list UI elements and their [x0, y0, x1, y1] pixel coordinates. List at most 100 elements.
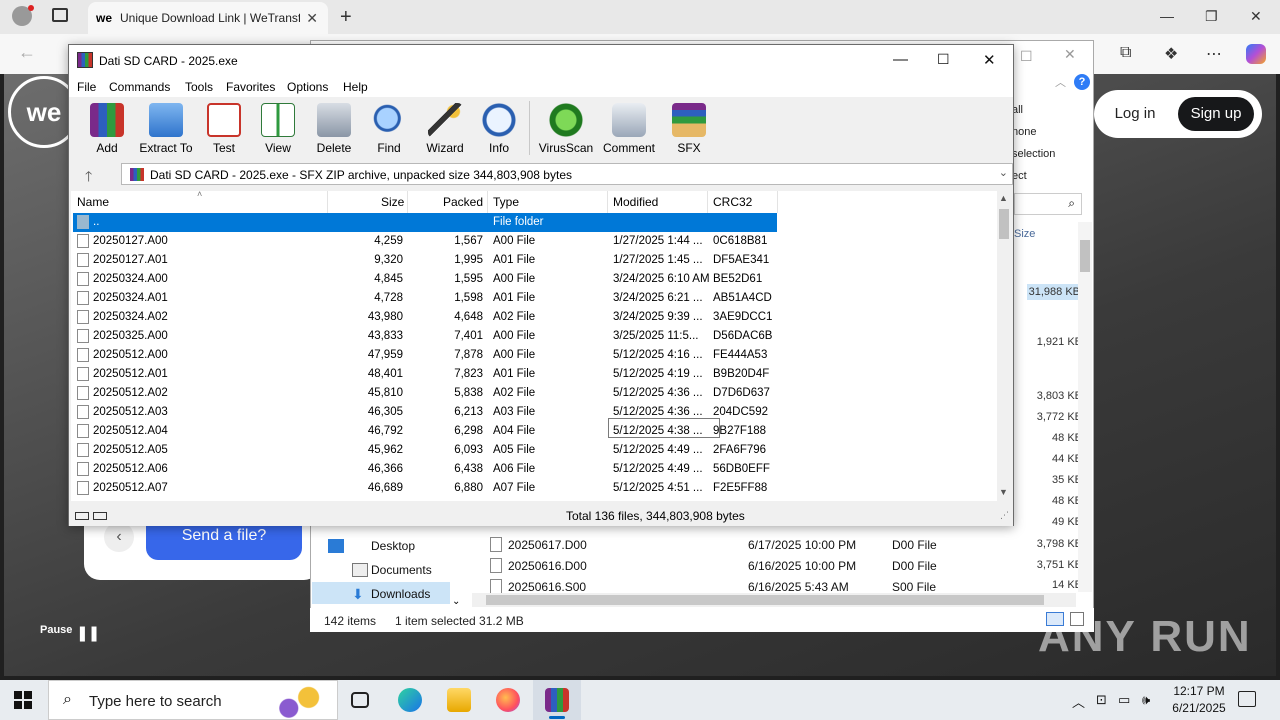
sfx-button[interactable]: SFX — [659, 103, 719, 157]
column-name[interactable]: Name — [77, 195, 109, 209]
archive-file-row[interactable]: 20250324.A00 4,845 1,595 A00 File 3/24/2025 … — [71, 270, 995, 289]
archive-file-row[interactable]: 20250324.A02 43,980 4,648 A02 File 3/24/2025… — [71, 308, 995, 327]
help-icon[interactable]: ? — [1074, 74, 1090, 90]
delete-button[interactable]: Delete — [304, 103, 364, 157]
show-hidden-icons-chevron-icon[interactable]: ︿ — [1072, 692, 1085, 711]
column-packed[interactable]: Packed — [443, 195, 483, 209]
browser-tab[interactable]: we Unique Download Link | WeTransf ✕ — [88, 2, 328, 34]
windows-start-icon[interactable] — [14, 691, 32, 709]
column-crc32[interactable]: CRC32 — [713, 195, 752, 209]
back-arrow-icon[interactable]: ← — [18, 42, 36, 63]
back-circle-button[interactable]: ‹ — [104, 522, 134, 552]
winrar-maximize-button[interactable]: ☐ — [937, 51, 950, 68]
invert-selection-item[interactable]: selection — [1012, 148, 1055, 160]
archive-file-row[interactable]: 20250127.A01 9,320 1,995 A01 File 1/27/2025 … — [71, 251, 995, 270]
close-tab-icon[interactable]: ✕ — [306, 10, 318, 27]
menu-commands[interactable]: Commands — [109, 80, 170, 94]
minimize-browser-button[interactable]: — — [1160, 8, 1174, 24]
archive-file-row[interactable]: 20250127.A00 4,259 1,567 A00 File 1/27/2025 … — [71, 232, 995, 251]
explorer-close-icon[interactable]: ✕ — [1064, 46, 1076, 63]
column-type[interactable]: Type — [493, 195, 519, 209]
winrar-close-button[interactable]: ✕ — [983, 51, 996, 69]
find-button[interactable]: Find — [359, 103, 419, 157]
archive-file-row[interactable]: 20250512.A02 45,810 5,838 A02 File 5/12/2025… — [71, 384, 995, 403]
archive-file-row[interactable]: 20250512.A03 46,305 6,213 A03 File 5/12/2025… — [71, 403, 995, 422]
archive-file-row[interactable]: 20250325.A00 43,833 7,401 A00 File 3/25/2025… — [71, 327, 995, 346]
scroll-down-icon[interactable]: ▼ — [999, 487, 1008, 497]
nav-desktop[interactable]: Desktop — [371, 539, 415, 553]
explorer-vertical-scrollbar[interactable] — [1078, 222, 1092, 592]
archive-file-row[interactable]: 20250512.A05 45,962 6,093 A05 File 5/12/2025… — [71, 441, 995, 460]
file-name[interactable]: 20250616.D00 — [508, 559, 587, 573]
winrar-minimize-button[interactable]: — — [893, 51, 908, 68]
nav-documents[interactable]: Documents — [371, 563, 432, 577]
archive-file-row[interactable]: 20250512.A00 47,959 7,878 A00 File 5/12/2025… — [71, 346, 995, 365]
tab-actions-icon[interactable] — [52, 8, 68, 22]
column-separator[interactable] — [327, 191, 328, 213]
test-button[interactable]: Test — [194, 103, 254, 157]
winrar-taskbar-button[interactable] — [533, 680, 581, 720]
menu-file[interactable]: File — [77, 80, 96, 94]
explorer-maximize-icon[interactable]: ☐ — [1020, 48, 1033, 65]
select-item[interactable]: ect — [1012, 170, 1027, 182]
pause-label[interactable]: Pause — [40, 624, 72, 636]
extensions-icon[interactable]: ❖ — [1164, 44, 1178, 64]
explorer-taskbar-button[interactable] — [435, 680, 483, 720]
info-button[interactable]: Info — [469, 103, 529, 157]
column-separator[interactable] — [777, 191, 778, 213]
volume-icon[interactable]: 🕪 — [1142, 692, 1150, 708]
archive-file-row[interactable]: 20250512.A04 46,792 6,298 A04 File 5/12/2025… — [71, 422, 995, 441]
ribbon-collapse-icon[interactable]: ︿ — [1055, 74, 1066, 90]
parent-folder-row[interactable]: .. File folder — [71, 213, 995, 232]
nav-downloads[interactable]: Downloads — [371, 587, 430, 601]
virusscan-button[interactable]: VirusScan — [535, 103, 597, 157]
taskbar-clock[interactable]: 12:17 PM 6/21/2025 — [1162, 683, 1236, 717]
file-name[interactable]: 20250617.D00 — [508, 538, 587, 552]
tiles-view-icon[interactable] — [1070, 612, 1084, 626]
new-tab-button[interactable]: + — [340, 6, 352, 29]
comment-button[interactable]: Comment — [599, 103, 659, 157]
archive-file-row[interactable]: 20250512.A06 46,366 6,438 A06 File 5/12/2025… — [71, 460, 995, 479]
copilot-icon[interactable] — [1246, 44, 1266, 64]
menu-tools[interactable]: Tools — [185, 80, 213, 94]
resize-grip-icon[interactable]: ⋰ — [1000, 510, 1009, 521]
chevron-down-icon[interactable]: ⌄ — [999, 166, 1008, 179]
notifications-icon[interactable] — [1238, 691, 1256, 707]
more-menu-icon[interactable]: ⋯ — [1206, 44, 1222, 64]
close-browser-button[interactable]: ✕ — [1250, 8, 1262, 25]
details-view-icon[interactable] — [1046, 612, 1064, 626]
explorer-hscroll-thumb[interactable] — [486, 595, 1044, 605]
file-name[interactable]: 20250616.S00 — [508, 580, 586, 594]
collections-icon[interactable]: ⧉ — [1120, 44, 1131, 62]
column-separator[interactable] — [707, 191, 708, 213]
column-separator[interactable] — [407, 191, 408, 213]
column-separator[interactable] — [607, 191, 608, 213]
archive-file-row[interactable]: 20250512.A07 46,689 6,880 A07 File 5/12/2025… — [71, 479, 995, 498]
network-icon[interactable]: ▭ — [1118, 692, 1130, 708]
firefox-taskbar-button[interactable] — [484, 680, 532, 720]
column-size[interactable]: Size — [381, 195, 404, 209]
signup-button[interactable]: Sign up — [1178, 97, 1254, 131]
edge-taskbar-button[interactable] — [386, 680, 434, 720]
column-modified[interactable]: Modified — [613, 195, 658, 209]
task-view-button[interactable] — [336, 680, 384, 720]
network-lock-icon[interactable]: ⊡ — [1096, 692, 1107, 708]
column-separator[interactable] — [487, 191, 488, 213]
archive-file-row[interactable]: 20250512.A01 48,401 7,823 A01 File 5/12/2025… — [71, 365, 995, 384]
archive-path-field[interactable]: Dati SD CARD - 2025.exe - SFX ZIP archiv… — [121, 163, 1013, 185]
file-list-scroll-thumb[interactable] — [999, 209, 1009, 239]
up-one-level-icon[interactable]: 🡑 — [85, 166, 92, 190]
wizard-button[interactable]: Wizard — [415, 103, 475, 157]
menu-favorites[interactable]: Favorites — [226, 80, 275, 94]
login-button[interactable]: Log in — [1102, 96, 1168, 132]
restore-browser-button[interactable]: ❐ — [1205, 8, 1218, 25]
menu-help[interactable]: Help — [343, 80, 368, 94]
select-none-item[interactable]: none — [1012, 126, 1036, 138]
taskbar-search-box[interactable]: ⌕ Type here to search — [48, 680, 338, 720]
pause-icon[interactable]: ❚❚ — [76, 624, 100, 642]
explorer-search-input[interactable]: ⌕ — [1014, 193, 1082, 215]
scroll-up-icon[interactable]: ▲ — [999, 193, 1008, 203]
view-button[interactable]: View — [248, 103, 308, 157]
menu-options[interactable]: Options — [287, 80, 328, 94]
nav-scroll-down-icon[interactable]: ⌄ — [452, 596, 460, 607]
